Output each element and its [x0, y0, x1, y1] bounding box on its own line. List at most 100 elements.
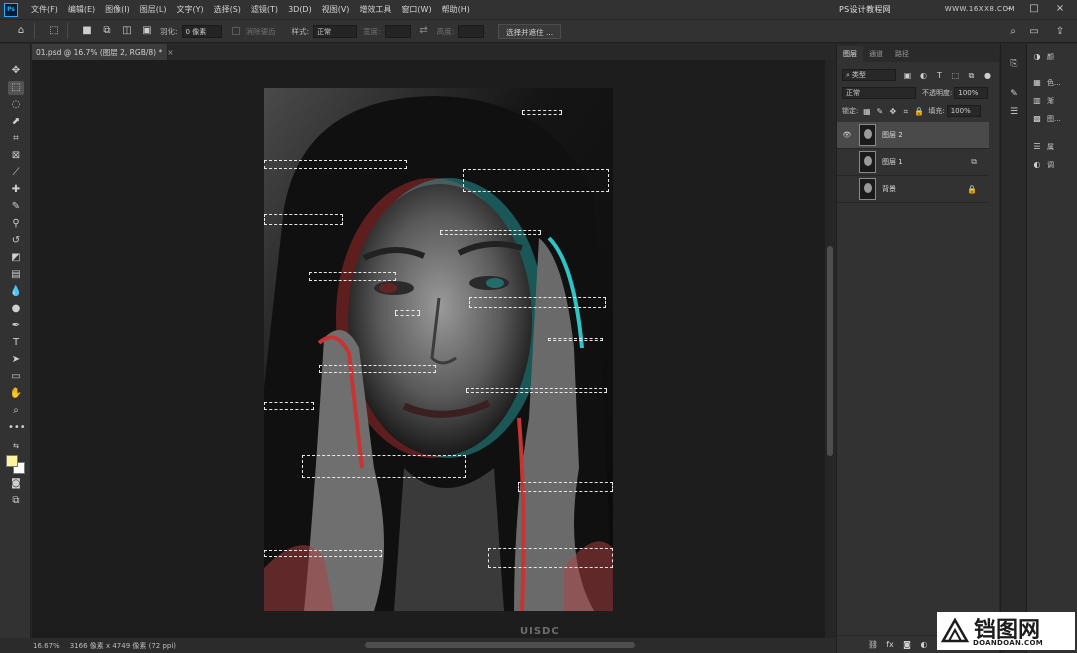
smart-object-filter-icon[interactable]: ⧉: [967, 71, 976, 80]
lock-all-icon[interactable]: 🔒: [914, 107, 924, 116]
filter-toggle-icon[interactable]: ●: [983, 71, 992, 80]
frame-tool-icon[interactable]: ⊠: [8, 149, 24, 163]
blend-mode-select[interactable]: 正常: [842, 87, 916, 99]
lasso-tool-icon[interactable]: ◌: [8, 98, 24, 112]
lock-artboard-icon[interactable]: ⌗: [901, 107, 910, 116]
pixel-filter-icon[interactable]: ▣: [903, 71, 912, 80]
feather-input[interactable]: 0 像素: [181, 24, 222, 38]
adjustment-layer-icon[interactable]: ◐: [917, 640, 931, 649]
close-icon[interactable]: ×: [1053, 2, 1067, 16]
menu-select[interactable]: 选择(S): [209, 4, 246, 15]
path-select-tool-icon[interactable]: ➤: [8, 353, 24, 367]
more-tools-icon[interactable]: •••: [8, 421, 26, 435]
brush-panel-icon[interactable]: ✎: [1008, 88, 1020, 100]
height-input[interactable]: [458, 24, 485, 38]
properties-panel-button[interactable]: ☰ 属: [1032, 142, 1054, 152]
brush-tool-icon[interactable]: ✎: [8, 200, 24, 214]
gradient-tool-icon[interactable]: ▤: [8, 268, 24, 282]
lock-pixels-icon[interactable]: ✎: [875, 107, 884, 116]
swap-colors-icon[interactable]: ⇆: [8, 439, 24, 453]
workspace-icon[interactable]: ▭: [1027, 25, 1041, 39]
zoom-tool-icon[interactable]: ⌕: [8, 404, 24, 418]
link-layers-icon[interactable]: ⛓: [866, 640, 880, 649]
type-tool-icon[interactable]: T: [8, 336, 24, 350]
gradients-panel-button[interactable]: ▥ 渐: [1032, 96, 1054, 106]
eraser-tool-icon[interactable]: ◩: [8, 251, 24, 265]
antialias-checkbox[interactable]: [231, 27, 240, 35]
maximize-icon[interactable]: □: [1027, 2, 1041, 16]
adjust-panel-icon[interactable]: ☰: [1008, 106, 1020, 118]
filter-kind-select[interactable]: ⌕ 类型: [842, 69, 896, 81]
type-filter-icon[interactable]: T: [935, 71, 944, 80]
add-mask-icon[interactable]: ◙: [900, 640, 914, 649]
home-icon[interactable]: ⌂: [14, 24, 28, 38]
menu-3d[interactable]: 3D(D): [283, 5, 317, 14]
move-tool-icon[interactable]: ✥: [8, 64, 24, 78]
adjustments-panel-button[interactable]: ◐ 调: [1032, 160, 1055, 170]
width-input[interactable]: [384, 24, 411, 38]
swatches-panel-button[interactable]: ▦ 色...: [1032, 78, 1060, 88]
healing-tool-icon[interactable]: ✚: [8, 183, 24, 197]
layer-row[interactable]: 图层 1 ⧉: [837, 149, 989, 176]
zoom-level[interactable]: 16.67%: [33, 642, 60, 650]
stamp-tool-icon[interactable]: ⚲: [8, 217, 24, 231]
menu-edit[interactable]: 编辑(E): [63, 4, 100, 15]
tab-paths[interactable]: 路径: [889, 46, 915, 62]
screen-mode-icon[interactable]: ⧉: [8, 494, 24, 508]
rectangle-tool-icon[interactable]: ▭: [8, 370, 24, 384]
vertical-scrollbar[interactable]: [825, 60, 835, 638]
minimize-icon[interactable]: –: [1002, 2, 1016, 16]
subtract-selection-icon[interactable]: ◫: [120, 24, 134, 38]
lock-position-icon[interactable]: ✥: [888, 107, 897, 116]
quick-mask-icon[interactable]: ◙: [8, 477, 24, 491]
fill-input[interactable]: 100%: [946, 105, 981, 117]
menu-layer[interactable]: 图层(L): [135, 4, 172, 15]
lock-transparency-icon[interactable]: ▦: [862, 107, 871, 116]
opacity-input[interactable]: 100%: [954, 87, 989, 99]
quick-select-tool-icon[interactable]: ⬈: [8, 115, 24, 129]
menu-filter[interactable]: 滤镜(T): [246, 4, 283, 15]
menu-type[interactable]: 文字(Y): [171, 4, 208, 15]
history-brush-tool-icon[interactable]: ↺: [8, 234, 24, 248]
shape-filter-icon[interactable]: ⬚: [951, 71, 960, 80]
menu-image[interactable]: 图像(I): [100, 4, 135, 15]
add-selection-icon[interactable]: ⧉: [100, 24, 114, 38]
canvas[interactable]: [264, 88, 613, 611]
search-icon[interactable]: ⌕: [1006, 25, 1020, 39]
layer-style-icon[interactable]: fx: [883, 640, 897, 649]
patterns-panel-button[interactable]: ▩ 图...: [1032, 114, 1060, 124]
horizontal-scroll-thumb[interactable]: [365, 642, 635, 648]
dodge-tool-icon[interactable]: ●: [8, 302, 24, 316]
foreground-color-swatch[interactable]: [6, 455, 18, 467]
adjustment-filter-icon[interactable]: ◐: [919, 71, 928, 80]
layer-row[interactable]: 👁 图层 2: [837, 122, 989, 149]
share-icon[interactable]: ⇪: [1053, 25, 1067, 39]
swap-icon[interactable]: ⇄: [417, 24, 431, 38]
menu-view[interactable]: 视图(V): [317, 4, 355, 15]
menu-window[interactable]: 窗口(W): [396, 4, 436, 15]
tab-channels[interactable]: 通道: [863, 46, 889, 62]
eyedropper-tool-icon[interactable]: ⟋: [8, 166, 24, 180]
blur-tool-icon[interactable]: 💧: [8, 285, 24, 299]
visibility-eye-icon[interactable]: 👁: [841, 131, 853, 139]
style-select[interactable]: 正常: [313, 24, 358, 38]
tab-layers[interactable]: 图层: [837, 46, 863, 62]
menu-plugins[interactable]: 增效工具: [354, 4, 396, 15]
color-panel-button[interactable]: ◑ 颜: [1032, 52, 1055, 62]
menu-file[interactable]: 文件(F): [26, 4, 63, 15]
rect-marquee-tool-icon[interactable]: ⬚: [8, 81, 24, 95]
menu-help[interactable]: 帮助(H): [437, 4, 475, 15]
layer-row[interactable]: 背景 🔒: [837, 176, 989, 203]
new-selection-icon[interactable]: ■: [80, 24, 94, 38]
history-panel-icon[interactable]: ⎘: [1008, 58, 1020, 70]
close-tab-icon[interactable]: ×: [167, 48, 173, 57]
vertical-scroll-thumb[interactable]: [827, 246, 833, 456]
pen-tool-icon[interactable]: ✒: [8, 319, 24, 333]
document-tab[interactable]: 01.psd @ 16.7% (图层 2, RGB/8) * ×: [32, 44, 174, 60]
horizontal-scrollbar[interactable]: [190, 640, 820, 650]
select-and-mask-button[interactable]: 选择并遮住 ...: [498, 23, 562, 39]
marquee-preset-icon[interactable]: ⬚: [47, 24, 61, 38]
crop-tool-icon[interactable]: ⌗: [8, 132, 24, 146]
hand-tool-icon[interactable]: ✋: [8, 387, 24, 401]
intersect-selection-icon[interactable]: ▣: [140, 24, 154, 38]
